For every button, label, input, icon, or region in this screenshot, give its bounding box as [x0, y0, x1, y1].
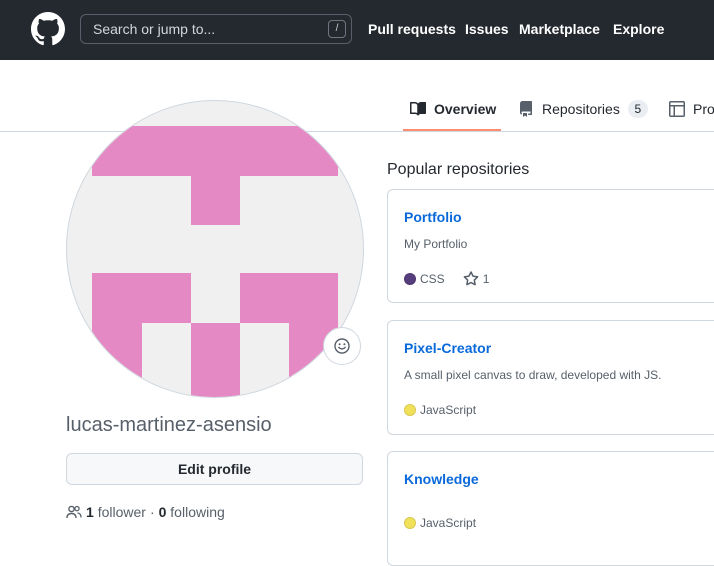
edit-profile-button[interactable]: Edit profile [66, 453, 363, 485]
set-status-button[interactable] [323, 327, 361, 365]
tab-projects[interactable]: Pro [669, 98, 714, 120]
avatar-pixel [92, 273, 191, 323]
github-logo-icon[interactable] [31, 12, 65, 46]
popular-repositories-heading: Popular repositories [387, 161, 530, 178]
repo-card-pixel-creator: Pixel-Creator A small pixel canvas to dr… [387, 320, 714, 435]
repo-language: JavaScript [420, 403, 477, 417]
nav-explore[interactable]: Explore [613, 21, 664, 37]
tab-overview[interactable]: Overview [410, 98, 496, 120]
tab-repositories[interactable]: Repositories 5 [518, 98, 648, 120]
repo-meta: CSS 1 [404, 271, 489, 287]
repo-stars-link[interactable]: 1 [463, 271, 489, 287]
repo-name-link[interactable]: Knowledge [404, 471, 479, 487]
nav-issues[interactable]: Issues [465, 21, 509, 37]
repo-name-link[interactable]: Pixel-Creator [404, 340, 491, 356]
tab-projects-label: Pro [693, 101, 714, 117]
avatar-pixel [191, 323, 240, 397]
book-icon [410, 101, 426, 116]
language-color-dot [404, 517, 416, 529]
follow-stats: 1 follower · 0 following [66, 504, 225, 520]
language-color-dot [404, 273, 416, 285]
tab-repositories-label: Repositories [542, 101, 620, 117]
repo-description: A small pixel canvas to draw, developed … [404, 368, 662, 382]
avatar-pixel [191, 176, 240, 225]
repo-card-knowledge: Knowledge JavaScript [387, 451, 714, 566]
tab-overview-label: Overview [434, 101, 497, 117]
repo-language: JavaScript [420, 516, 477, 530]
repo-meta: JavaScript [404, 516, 476, 530]
people-icon [66, 505, 82, 519]
smiley-icon [334, 338, 350, 354]
repo-meta: JavaScript [404, 403, 476, 417]
search-box[interactable]: / [80, 14, 352, 44]
nav-marketplace[interactable]: Marketplace [519, 21, 600, 37]
repo-icon [520, 101, 532, 117]
profile-username: lucas-martinez-asensio [66, 414, 272, 436]
star-icon [463, 271, 479, 286]
avatar-pixel [240, 273, 338, 323]
language-color-dot [404, 404, 416, 416]
repositories-count-badge: 5 [627, 100, 648, 118]
repo-card-portfolio: Portfolio My Portfolio CSS 1 [387, 189, 714, 303]
avatar-pixel [92, 323, 142, 397]
follow-separator: · [149, 504, 155, 520]
following-link[interactable]: 0 following [159, 504, 225, 520]
avatar[interactable] [66, 100, 364, 398]
repo-language: CSS [420, 272, 445, 286]
top-header: / Pull requests Issues Marketplace Explo… [0, 0, 714, 60]
project-icon [669, 101, 685, 117]
search-input[interactable] [81, 15, 351, 43]
repo-description: My Portfolio [404, 237, 468, 251]
avatar-pixel [92, 126, 338, 176]
search-shortcut-key: / [328, 20, 346, 38]
repo-name-link[interactable]: Portfolio [404, 209, 462, 225]
nav-pull-requests[interactable]: Pull requests [368, 21, 456, 37]
followers-link[interactable]: 1 follower [86, 504, 146, 520]
